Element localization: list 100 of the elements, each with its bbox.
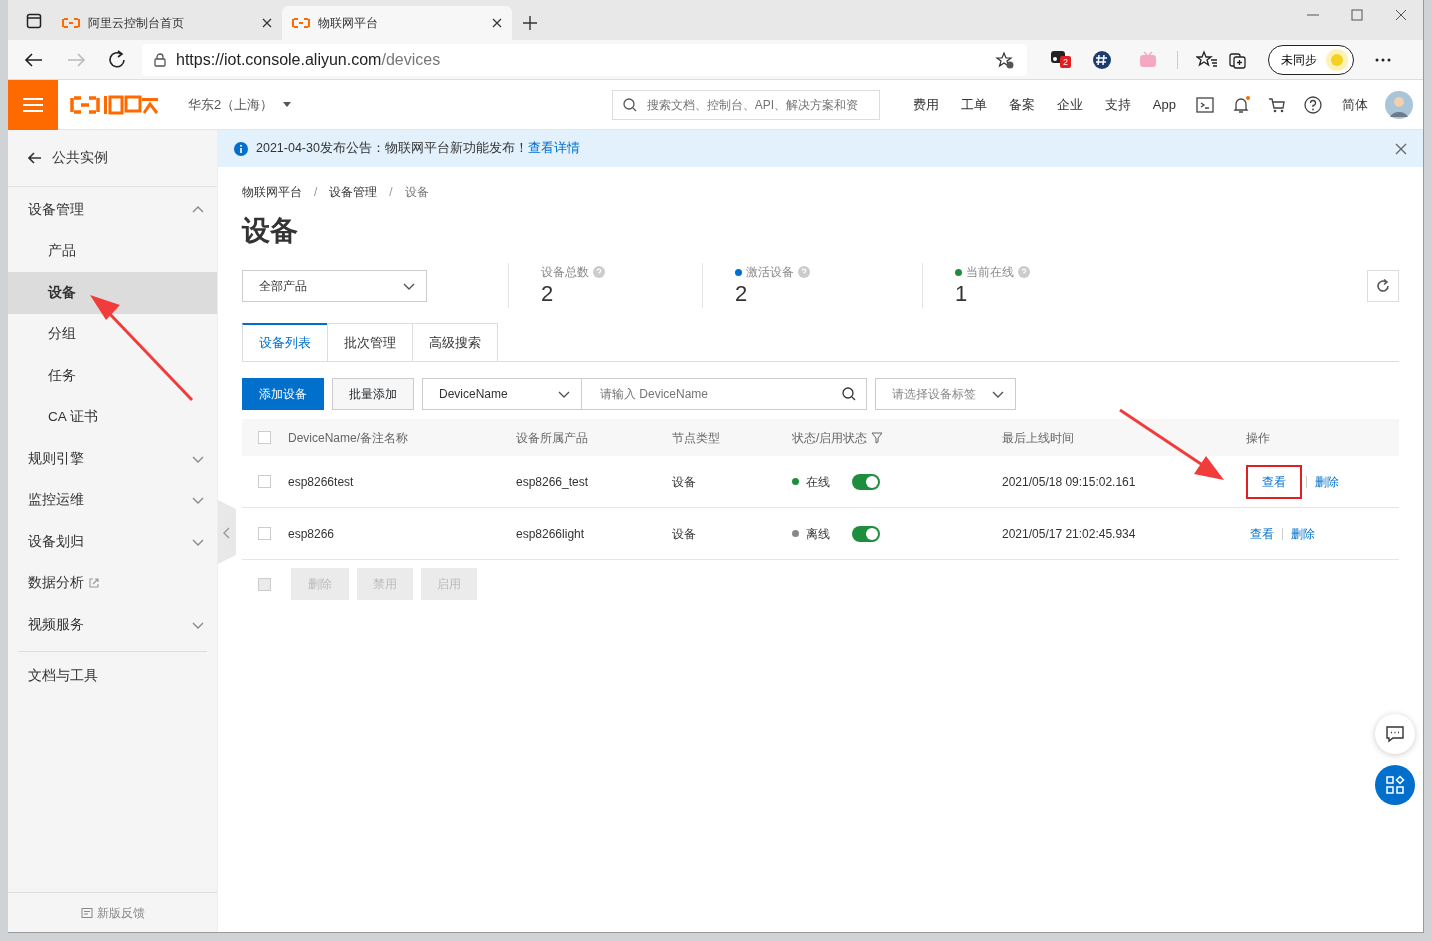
enable-toggle[interactable]	[852, 473, 880, 490]
hash-icon[interactable]	[1091, 48, 1113, 71]
address-field[interactable]: https://iot.console.aliyun.com/devices	[142, 43, 1027, 76]
bell-icon[interactable]	[1231, 94, 1251, 115]
nav-link[interactable]: 备案	[997, 94, 1046, 115]
close-icon[interactable]	[262, 18, 272, 28]
add-device-button[interactable]: 添加设备	[242, 378, 324, 410]
page-tab[interactable]: 设备列表	[242, 323, 328, 361]
product-dropdown[interactable]: 全部产品	[242, 269, 427, 302]
table-cell-text: esp8266_test	[516, 473, 590, 491]
column-header: 节点类型	[672, 429, 721, 447]
nav-link[interactable]: 费用	[901, 94, 950, 115]
lock-icon	[154, 52, 166, 67]
refresh-icon	[1375, 278, 1391, 295]
help-icon[interactable]	[1303, 94, 1323, 115]
menu-item[interactable]: 设备	[8, 272, 217, 314]
table-cell-text: 2021/05/17 21:02:45.934	[1002, 525, 1137, 543]
refresh-button[interactable]	[1367, 269, 1399, 302]
chat-button[interactable]	[1375, 714, 1415, 754]
nav-link[interactable]: App	[1141, 94, 1187, 115]
field-dropdown[interactable]: DeviceName	[422, 378, 582, 410]
menu-item[interactable]: CA 证书	[8, 396, 217, 438]
table-cell-text: esp8266test	[288, 473, 355, 491]
action-link[interactable]: 查看	[1246, 524, 1278, 543]
filter-icon[interactable]	[871, 431, 884, 444]
stat-value: 2	[541, 281, 555, 307]
nav-link[interactable]: 支持	[1093, 94, 1142, 115]
action-link[interactable]: 删除	[1287, 524, 1319, 543]
column-header: 最后上线时间	[1002, 429, 1075, 447]
close-icon[interactable]	[1393, 7, 1409, 23]
apps-button[interactable]	[1375, 765, 1415, 805]
search-icon[interactable]	[842, 387, 856, 401]
apps-icon	[1385, 775, 1405, 795]
terminal-icon[interactable]	[1195, 94, 1215, 115]
avatar-icon[interactable]	[1385, 90, 1413, 119]
enable-toggle[interactable]	[852, 525, 880, 542]
column-header: DeviceName/备注名称	[288, 429, 410, 447]
search-icon	[622, 97, 637, 112]
info-icon	[234, 141, 248, 156]
search-field[interactable]: 搜索文档、控制台、API、解决方案和资	[611, 89, 880, 120]
breadcrumb-link[interactable]: 设备管理	[329, 183, 378, 201]
menu-icon	[23, 97, 43, 114]
column-header: 状态/启用状态	[792, 429, 868, 447]
nav-link[interactable]: 工单	[949, 94, 998, 115]
menu-label[interactable]: 数据分析	[28, 573, 84, 594]
menu-item[interactable]: 文档与工具	[8, 655, 217, 697]
tag-dropdown[interactable]: 请选择设备标签	[875, 378, 1016, 410]
menu-item[interactable]: 任务	[8, 355, 217, 397]
select-all-checkbox[interactable]	[258, 577, 271, 591]
stat-label: 激活设备	[746, 264, 794, 281]
cloud-logo-icon	[292, 16, 310, 30]
back-arrow-icon	[28, 152, 42, 164]
external-link-icon	[88, 577, 100, 590]
page-title: 设备	[242, 214, 299, 248]
cloud-logo-icon	[62, 16, 80, 30]
stat-value: 2	[735, 281, 749, 307]
select-all-checkbox[interactable]	[258, 431, 271, 444]
region-dropdown[interactable]: 华东2（上海）	[182, 93, 298, 116]
browser-tab[interactable]: 阿里云控制台首页	[52, 6, 282, 40]
feedback-icon	[80, 907, 93, 919]
device-search-box[interactable]: 请输入 DeviceName	[582, 378, 867, 410]
menu-item[interactable]: 分组	[8, 313, 217, 355]
language-link[interactable]: 简体	[1331, 94, 1379, 115]
row-checkbox[interactable]	[258, 475, 271, 488]
action-link[interactable]: 删除	[1311, 472, 1343, 491]
stat-value: 1	[955, 281, 969, 307]
row-checkbox[interactable]	[258, 527, 271, 540]
table-cell-text: esp8266light	[516, 525, 586, 543]
action-link[interactable]: 查看	[1246, 464, 1302, 499]
menu-group[interactable]: 设备划归	[8, 521, 217, 563]
close-icon[interactable]	[1395, 142, 1407, 155]
menu-group[interactable]: 监控运维	[8, 479, 217, 521]
table-cell-text: 设备	[672, 473, 697, 491]
notice-link[interactable]: 查看详情	[527, 139, 580, 158]
new-tab-icon[interactable]	[522, 15, 538, 31]
batch-add-button[interactable]: 批量添加	[332, 378, 414, 410]
profile-sync-button[interactable]: 未同步	[1268, 44, 1354, 75]
extension-button[interactable]: 2	[1049, 48, 1069, 71]
close-icon[interactable]	[492, 18, 502, 28]
chat-icon	[1385, 725, 1405, 743]
menu-group[interactable]: 规则引擎	[8, 438, 217, 480]
status-text: 在线	[806, 473, 830, 491]
table-cell-text: 2021/05/18 09:15:02.161	[1002, 473, 1137, 491]
breadcrumb-link[interactable]: 物联网平台	[242, 183, 302, 201]
caret-icon	[283, 102, 292, 107]
menu-group[interactable]: 视频服务	[8, 604, 217, 646]
extension-badge: 2	[1060, 56, 1071, 68]
menu-group[interactable]: 设备管理	[8, 189, 217, 231]
menu-button[interactable]	[8, 79, 58, 130]
stat-label: 当前在线	[966, 264, 1014, 281]
breadcrumb-separator: /	[389, 184, 393, 201]
page-tab[interactable]: 高级搜索	[412, 323, 498, 361]
back-link[interactable]: 公共实例	[8, 130, 217, 187]
star-plus-icon[interactable]	[995, 50, 1015, 69]
nav-link[interactable]: 企业	[1045, 94, 1094, 115]
chevron-left-icon	[222, 526, 232, 539]
browser-tab[interactable]: 物联网平台	[282, 6, 512, 40]
column-header: 设备所属产品	[516, 429, 589, 447]
menu-item[interactable]: 产品	[8, 230, 217, 272]
column-header: 操作	[1246, 429, 1271, 447]
